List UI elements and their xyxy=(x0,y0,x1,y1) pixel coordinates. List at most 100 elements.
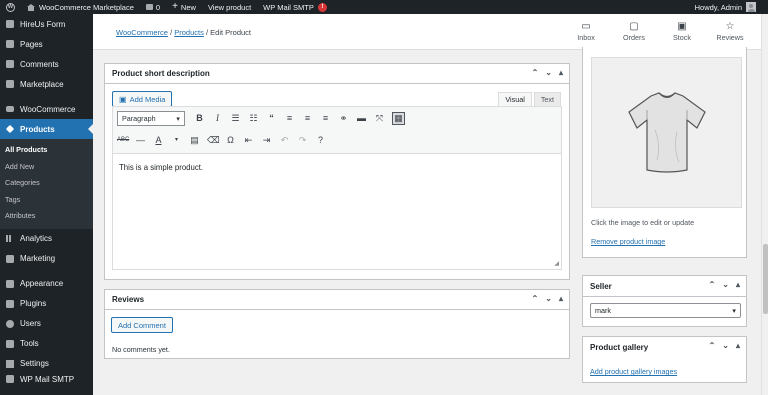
tools-icon xyxy=(5,339,14,348)
color-dropdown-icon[interactable]: ▾ xyxy=(171,135,182,146)
add-media-button[interactable]: ▣ Add Media xyxy=(112,91,173,107)
sidebar-item-appearance[interactable]: Appearance xyxy=(0,274,93,294)
submenu-tags[interactable]: Tags xyxy=(0,192,93,209)
sidebar-item-hireus-form[interactable]: HireUs Form xyxy=(0,14,93,34)
collapse-icon[interactable]: ▴ xyxy=(736,341,740,350)
new-content-link[interactable]: + New xyxy=(166,0,202,14)
blockquote-icon[interactable]: “ xyxy=(266,113,277,124)
breadcrumb-products-link[interactable]: Products xyxy=(174,28,204,37)
move-up-icon[interactable]: ⌃ xyxy=(709,280,716,289)
wordpress-logo-button[interactable]: W xyxy=(0,0,21,14)
undo-icon[interactable]: ↶ xyxy=(279,135,290,146)
editor-content-area[interactable]: This is a simple product. ◢ xyxy=(112,154,562,270)
move-down-icon[interactable]: ⌄ xyxy=(545,68,552,77)
sidebar-item-plugins[interactable]: Plugins xyxy=(0,294,93,314)
marketing-icon xyxy=(5,254,14,263)
link-icon[interactable]: ⚭ xyxy=(338,113,349,124)
inbox-icon: ▭ xyxy=(581,21,591,32)
comments-link[interactable]: 0 xyxy=(140,0,166,14)
collapse-icon[interactable]: ▴ xyxy=(736,280,740,289)
submenu-all-products[interactable]: All Products xyxy=(0,142,93,159)
submenu-add-new[interactable]: Add New xyxy=(0,159,93,176)
bold-icon[interactable]: B xyxy=(194,113,205,124)
short-description-header: Product short description ⌃ ⌄ ▴ xyxy=(105,64,569,84)
settings-icon xyxy=(5,359,14,368)
fullscreen-icon[interactable]: ⤧ xyxy=(374,113,385,124)
page-scrollbar[interactable] xyxy=(761,14,768,395)
orders-tab[interactable]: ▢ Orders xyxy=(610,20,658,42)
tab-visual[interactable]: Visual xyxy=(498,92,532,106)
add-gallery-images-link[interactable]: Add product gallery images xyxy=(590,367,677,376)
stock-tab[interactable]: ▣ Stock xyxy=(658,20,706,42)
clear-formatting-icon[interactable]: ⌫ xyxy=(207,135,220,146)
sidebar-item-marketplace[interactable]: Marketplace xyxy=(0,74,93,94)
reviews-box: Reviews ⌃ ⌄ ▴ Add Comment No comments yet. xyxy=(104,289,570,359)
sidebar-item-tools[interactable]: Tools xyxy=(0,334,93,354)
paste-text-icon[interactable]: ▤ xyxy=(189,135,200,146)
seller-select[interactable]: mark ▾ xyxy=(590,303,741,318)
reviews-title: Reviews xyxy=(112,295,145,304)
product-gallery-header: Product gallery ⌃ ⌄ ▴ xyxy=(583,337,746,358)
move-up-icon[interactable]: ⌃ xyxy=(532,68,539,77)
sidebar-item-products[interactable]: Products xyxy=(0,119,93,139)
collapse-icon[interactable]: ▴ xyxy=(559,294,563,303)
format-select[interactable]: Paragraph ▾ xyxy=(117,110,185,126)
outdent-icon[interactable]: ⇤ xyxy=(243,135,254,146)
align-center-icon[interactable]: ≡ xyxy=(302,113,313,124)
sidebar-item-wp-mail-smtp[interactable]: WP Mail SMTP xyxy=(0,374,93,386)
product-gallery-box: Product gallery ⌃ ⌄ ▴ Add product gallery … xyxy=(582,336,747,383)
product-gallery-title: Product gallery xyxy=(590,343,649,352)
move-down-icon[interactable]: ⌄ xyxy=(722,280,729,289)
sidebar-item-users[interactable]: Users xyxy=(0,314,93,334)
stock-icon: ▣ xyxy=(677,21,687,32)
inbox-tab[interactable]: ▭ Inbox xyxy=(562,20,610,42)
align-left-icon[interactable]: ≡ xyxy=(284,113,295,124)
add-comment-button[interactable]: Add Comment xyxy=(111,317,173,333)
submenu-attributes[interactable]: Attributes xyxy=(0,208,93,225)
move-down-icon[interactable]: ⌄ xyxy=(545,294,552,303)
text-color-icon[interactable]: A xyxy=(153,135,164,146)
breadcrumb-woocommerce-link[interactable]: WooCommerce xyxy=(116,28,168,37)
read-more-icon[interactable]: ▬ xyxy=(356,113,367,124)
sidebar-item-comments[interactable]: Comments xyxy=(0,54,93,74)
view-product-link[interactable]: View product xyxy=(202,0,257,14)
wp-mail-smtp-link[interactable]: WP Mail SMTP! xyxy=(257,0,333,14)
numbered-list-icon[interactable]: ☷ xyxy=(248,113,259,124)
collapse-icon[interactable]: ▴ xyxy=(559,68,563,77)
scrollbar-thumb[interactable] xyxy=(763,244,768,314)
bullet-list-icon[interactable]: ☰ xyxy=(230,113,241,124)
users-icon xyxy=(5,319,14,328)
activity-panel-tabs: ▭ Inbox ▢ Orders ▣ Stock ☆ Reviews xyxy=(562,20,754,42)
products-icon xyxy=(5,124,14,134)
redo-icon[interactable]: ↷ xyxy=(297,135,308,146)
tab-text[interactable]: Text xyxy=(533,92,561,106)
indent-icon[interactable]: ⇥ xyxy=(261,135,272,146)
align-right-icon[interactable]: ≡ xyxy=(320,113,331,124)
move-down-icon[interactable]: ⌄ xyxy=(722,341,729,350)
woocommerce-header: WooCommerce / Products / Edit Product ▭ I… xyxy=(93,14,768,50)
admin-bar: W WooCommerce Marketplace 0 + New View pr… xyxy=(0,0,768,14)
strikethrough-icon[interactable]: ABC xyxy=(117,135,129,146)
sidebar-item-pages[interactable]: Pages xyxy=(0,34,93,54)
toolbar-toggle-icon[interactable]: ▦ xyxy=(392,111,405,125)
pages-icon xyxy=(5,40,14,49)
account-menu[interactable]: Howdy, Admin xyxy=(695,0,768,14)
special-character-icon[interactable]: Ω xyxy=(225,135,236,146)
remove-product-image-link[interactable]: Remove product image xyxy=(591,237,665,246)
avatar xyxy=(746,2,756,12)
sidebar-item-woocommerce[interactable]: WooCommerce xyxy=(0,99,93,119)
sidebar-item-settings[interactable]: Settings xyxy=(0,354,93,374)
italic-icon[interactable]: I xyxy=(212,113,223,124)
sidebar-item-analytics[interactable]: Analytics xyxy=(0,229,93,249)
product-image[interactable] xyxy=(591,57,742,208)
horizontal-line-icon[interactable]: — xyxy=(135,135,146,146)
move-up-icon[interactable]: ⌃ xyxy=(709,341,716,350)
sidebar-item-marketing[interactable]: Marketing xyxy=(0,249,93,269)
submenu-categories[interactable]: Categories xyxy=(0,175,93,192)
help-icon[interactable]: ? xyxy=(315,135,326,146)
star-icon: ☆ xyxy=(725,21,735,32)
reviews-tab[interactable]: ☆ Reviews xyxy=(706,20,754,42)
site-name-link[interactable]: WooCommerce Marketplace xyxy=(21,0,140,14)
resize-handle-icon[interactable]: ◢ xyxy=(554,260,559,267)
move-up-icon[interactable]: ⌃ xyxy=(532,294,539,303)
